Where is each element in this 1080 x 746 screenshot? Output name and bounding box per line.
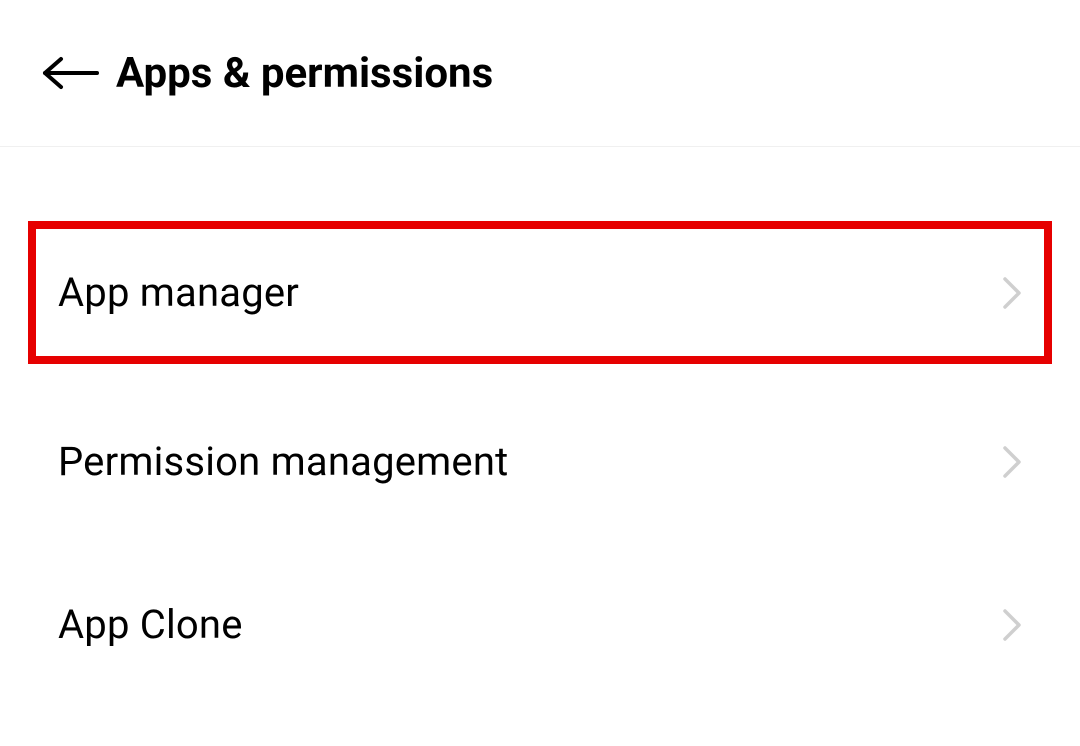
page-title: Apps & permissions xyxy=(116,49,493,98)
list-item-label: Permission management xyxy=(58,438,508,485)
list-item-permission-management[interactable]: Permission management xyxy=(0,396,1080,527)
back-button[interactable] xyxy=(40,48,100,98)
chevron-right-icon xyxy=(1002,445,1022,479)
list-item-label: App Clone xyxy=(58,601,243,648)
chevron-right-icon xyxy=(1002,276,1022,310)
settings-list: App manager Permission management App Cl… xyxy=(0,147,1080,690)
list-item-label: App manager xyxy=(58,269,299,316)
back-arrow-icon xyxy=(41,55,99,91)
chevron-right-icon xyxy=(1002,608,1022,642)
list-item-app-manager[interactable]: App manager xyxy=(28,221,1052,364)
header-bar: Apps & permissions xyxy=(0,0,1080,147)
list-item-app-clone[interactable]: App Clone xyxy=(0,559,1080,690)
